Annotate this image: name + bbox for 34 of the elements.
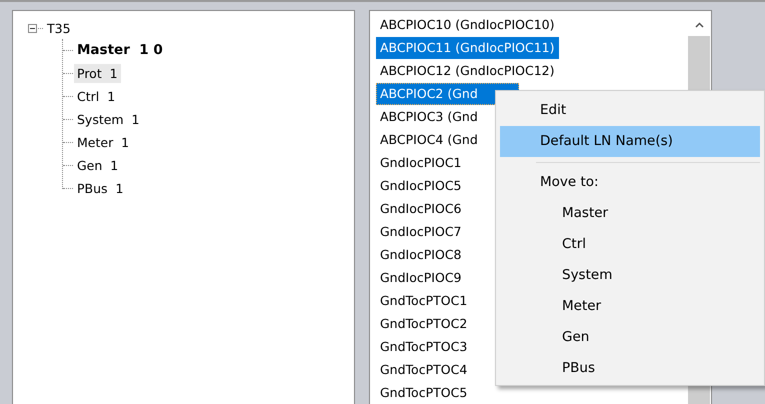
tree-item[interactable]: Gen 1 [74,156,122,175]
list-item[interactable]: ABCPIOC11 (GndIocPIOC11) [376,36,559,58]
menu-item[interactable]: Default LN Name(s) [500,126,760,157]
list-item[interactable]: GndIocPIOC1 [376,152,466,174]
menu-item[interactable]: Master [500,198,760,229]
scroll-up-icon[interactable] [694,22,704,28]
menu-item[interactable]: Meter [500,291,760,322]
list-item[interactable]: ABCPIOC4 (Gnd [376,128,482,150]
menu-item[interactable]: System [500,260,760,291]
list-item[interactable]: GndTocPTOC4 [376,358,472,380]
tree-item[interactable]: PBus 1 [74,179,126,198]
menu-item[interactable]: PBus [500,353,760,384]
menu-item[interactable]: Gen [500,322,760,353]
tree-item[interactable]: Prot 1 [74,64,121,83]
menu-heading: Move to: [539,173,600,192]
tree-item[interactable]: System 1 [74,110,143,129]
list-item[interactable]: GndTocPTOC2 [376,312,472,334]
tree-item[interactable]: Meter 1 [74,133,132,152]
list-item[interactable]: GndIocPIOC9 [376,266,466,288]
menu-item[interactable]: Ctrl [500,229,760,260]
list-item[interactable]: GndTocPTOC1 [376,290,472,312]
tree-item[interactable]: Ctrl 1 [74,87,118,106]
collapse-icon[interactable] [28,24,37,32]
list-item[interactable]: ABCPIOC12 (GndIocPIOC12) [376,60,559,82]
list-item[interactable]: GndIocPIOC7 [376,220,466,242]
list-item[interactable]: GndTocPTOC3 [376,336,472,358]
tree-root[interactable]: T35 [44,18,74,38]
list-item[interactable]: GndIocPIOC8 [376,244,466,266]
list-item[interactable]: GndTocPTOC5 [376,382,472,404]
list-item[interactable]: GndIocPIOC5 [376,174,466,196]
tree-item[interactable]: Master 1 0 [74,41,166,60]
list-item[interactable]: ABCPIOC3 (Gnd [376,106,482,128]
list-item[interactable]: GndIocPIOC6 [376,198,466,220]
list-item[interactable]: ABCPIOC10 (GndIocPIOC10) [376,14,559,36]
